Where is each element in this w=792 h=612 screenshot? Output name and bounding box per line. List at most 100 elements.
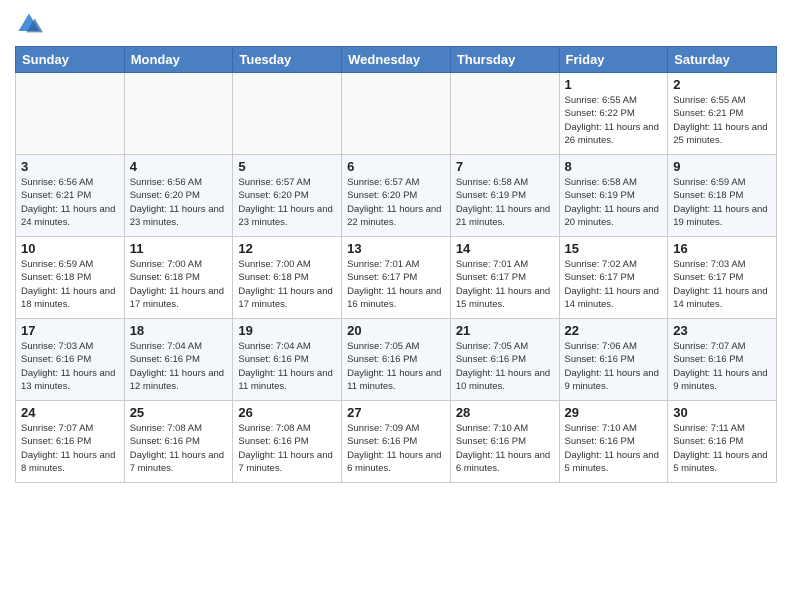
calendar-cell: 26 Sunrise: 7:08 AM Sunset: 6:16 PM Dayli… [233,401,342,483]
calendar-cell: 14 Sunrise: 7:01 AM Sunset: 6:17 PM Dayli… [450,237,559,319]
calendar-cell: 10 Sunrise: 6:59 AM Sunset: 6:18 PM Dayli… [16,237,125,319]
calendar-cell: 19Sunrise: 7:04 AM Sunset: 6:16 PM Dayli… [233,319,342,401]
day-info: Sunrise: 7:09 AM Sunset: 6:16 PM Dayligh… [347,422,445,475]
day-info: Sunrise: 7:01 AM Sunset: 6:17 PM Dayligh… [347,258,445,311]
day-info: Sunrise: 6:57 AM Sunset: 6:20 PM Dayligh… [347,176,445,229]
calendar-cell [450,73,559,155]
day-number: 3 [21,159,119,174]
calendar-header-monday: Monday [124,47,233,73]
day-number: 6 [347,159,445,174]
calendar-header-thursday: Thursday [450,47,559,73]
day-info: Sunrise: 7:02 AM Sunset: 6:17 PM Dayligh… [565,258,663,311]
calendar-cell: 9 Sunrise: 6:59 AM Sunset: 6:18 PM Daylig… [668,155,777,237]
day-number: 10 [21,241,119,256]
calendar-cell [16,73,125,155]
day-info: Sunrise: 6:56 AM Sunset: 6:21 PM Dayligh… [21,176,119,229]
calendar-cell: 2 Sunrise: 6:55 AM Sunset: 6:21 PM Daylig… [668,73,777,155]
day-info: Sunrise: 7:03 AM Sunset: 6:17 PM Dayligh… [673,258,771,311]
day-info: Sunrise: 7:08 AM Sunset: 6:16 PM Dayligh… [130,422,228,475]
calendar-cell [233,73,342,155]
calendar-cell: 20Sunrise: 7:05 AM Sunset: 6:16 PM Dayli… [342,319,451,401]
day-number: 15 [565,241,663,256]
calendar-header-tuesday: Tuesday [233,47,342,73]
day-info: Sunrise: 7:05 AM Sunset: 6:16 PM Dayligh… [456,340,554,393]
calendar-header-friday: Friday [559,47,668,73]
day-number: 21 [456,323,554,338]
calendar-cell: 17 Sunrise: 7:03 AM Sunset: 6:16 PM Dayli… [16,319,125,401]
calendar-cell: 21 Sunrise: 7:05 AM Sunset: 6:16 PM Dayli… [450,319,559,401]
day-number: 29 [565,405,663,420]
header [15,10,777,38]
day-number: 11 [130,241,228,256]
day-number: 5 [238,159,336,174]
day-info: Sunrise: 6:58 AM Sunset: 6:19 PM Dayligh… [456,176,554,229]
day-number: 27 [347,405,445,420]
calendar-cell: 22Sunrise: 7:06 AM Sunset: 6:16 PM Dayli… [559,319,668,401]
calendar-week-3: 10 Sunrise: 6:59 AM Sunset: 6:18 PM Dayli… [16,237,777,319]
calendar-cell: 16 Sunrise: 7:03 AM Sunset: 6:17 PM Dayli… [668,237,777,319]
day-number: 12 [238,241,336,256]
calendar-cell: 3 Sunrise: 6:56 AM Sunset: 6:21 PM Daylig… [16,155,125,237]
calendar-header-sunday: Sunday [16,47,125,73]
calendar-cell: 7 Sunrise: 6:58 AM Sunset: 6:19 PM Daylig… [450,155,559,237]
day-info: Sunrise: 6:57 AM Sunset: 6:20 PM Dayligh… [238,176,336,229]
calendar-cell: 18 Sunrise: 7:04 AM Sunset: 6:16 PM Dayli… [124,319,233,401]
day-info: Sunrise: 6:55 AM Sunset: 6:22 PM Dayligh… [565,94,663,147]
calendar-cell: 11 Sunrise: 7:00 AM Sunset: 6:18 PM Dayli… [124,237,233,319]
day-number: 26 [238,405,336,420]
day-number: 18 [130,323,228,338]
day-info: Sunrise: 7:00 AM Sunset: 6:18 PM Dayligh… [238,258,336,311]
day-info: Sunrise: 7:07 AM Sunset: 6:16 PM Dayligh… [21,422,119,475]
day-number: 30 [673,405,771,420]
logo [15,10,47,38]
calendar-cell: 6 Sunrise: 6:57 AM Sunset: 6:20 PM Daylig… [342,155,451,237]
day-info: Sunrise: 7:01 AM Sunset: 6:17 PM Dayligh… [456,258,554,311]
calendar-cell: 12 Sunrise: 7:00 AM Sunset: 6:18 PM Dayli… [233,237,342,319]
calendar-header-wednesday: Wednesday [342,47,451,73]
calendar-cell: 28Sunrise: 7:10 AM Sunset: 6:16 PM Dayli… [450,401,559,483]
day-info: Sunrise: 6:59 AM Sunset: 6:18 PM Dayligh… [21,258,119,311]
day-info: Sunrise: 7:04 AM Sunset: 6:16 PM Dayligh… [238,340,336,393]
calendar-week-4: 17 Sunrise: 7:03 AM Sunset: 6:16 PM Dayli… [16,319,777,401]
day-info: Sunrise: 6:55 AM Sunset: 6:21 PM Dayligh… [673,94,771,147]
calendar-cell [124,73,233,155]
calendar-cell: 13 Sunrise: 7:01 AM Sunset: 6:17 PM Dayli… [342,237,451,319]
day-number: 13 [347,241,445,256]
calendar-cell: 29 Sunrise: 7:10 AM Sunset: 6:16 PM Dayli… [559,401,668,483]
day-number: 28 [456,405,554,420]
calendar-cell: 5 Sunrise: 6:57 AM Sunset: 6:20 PM Daylig… [233,155,342,237]
calendar-cell: 30 Sunrise: 7:11 AM Sunset: 6:16 PM Dayli… [668,401,777,483]
day-info: Sunrise: 7:08 AM Sunset: 6:16 PM Dayligh… [238,422,336,475]
day-info: Sunrise: 7:03 AM Sunset: 6:16 PM Dayligh… [21,340,119,393]
calendar-cell: 27 Sunrise: 7:09 AM Sunset: 6:16 PM Dayli… [342,401,451,483]
day-number: 17 [21,323,119,338]
day-info: Sunrise: 7:06 AM Sunset: 6:16 PM Dayligh… [565,340,663,393]
calendar-cell: 4Sunrise: 6:56 AM Sunset: 6:20 PM Daylig… [124,155,233,237]
calendar-cell: 23Sunrise: 7:07 AM Sunset: 6:16 PM Dayli… [668,319,777,401]
day-info: Sunrise: 6:58 AM Sunset: 6:19 PM Dayligh… [565,176,663,229]
calendar-cell: 25 Sunrise: 7:08 AM Sunset: 6:16 PM Dayli… [124,401,233,483]
day-number: 8 [565,159,663,174]
page-container: SundayMondayTuesdayWednesdayThursdayFrid… [0,0,792,493]
day-info: Sunrise: 7:04 AM Sunset: 6:16 PM Dayligh… [130,340,228,393]
calendar-week-1: 1Sunrise: 6:55 AM Sunset: 6:22 PM Daylig… [16,73,777,155]
day-info: Sunrise: 7:00 AM Sunset: 6:18 PM Dayligh… [130,258,228,311]
day-info: Sunrise: 6:59 AM Sunset: 6:18 PM Dayligh… [673,176,771,229]
calendar-header-saturday: Saturday [668,47,777,73]
day-info: Sunrise: 6:56 AM Sunset: 6:20 PM Dayligh… [130,176,228,229]
day-number: 25 [130,405,228,420]
day-number: 23 [673,323,771,338]
calendar-cell: 1Sunrise: 6:55 AM Sunset: 6:22 PM Daylig… [559,73,668,155]
calendar-cell: 24Sunrise: 7:07 AM Sunset: 6:16 PM Dayli… [16,401,125,483]
day-info: Sunrise: 7:11 AM Sunset: 6:16 PM Dayligh… [673,422,771,475]
calendar-week-5: 24Sunrise: 7:07 AM Sunset: 6:16 PM Dayli… [16,401,777,483]
day-number: 16 [673,241,771,256]
calendar-cell: 15 Sunrise: 7:02 AM Sunset: 6:17 PM Dayli… [559,237,668,319]
day-number: 20 [347,323,445,338]
day-number: 2 [673,77,771,92]
calendar-week-2: 3 Sunrise: 6:56 AM Sunset: 6:21 PM Daylig… [16,155,777,237]
day-number: 14 [456,241,554,256]
day-info: Sunrise: 7:10 AM Sunset: 6:16 PM Dayligh… [565,422,663,475]
day-number: 7 [456,159,554,174]
day-number: 9 [673,159,771,174]
